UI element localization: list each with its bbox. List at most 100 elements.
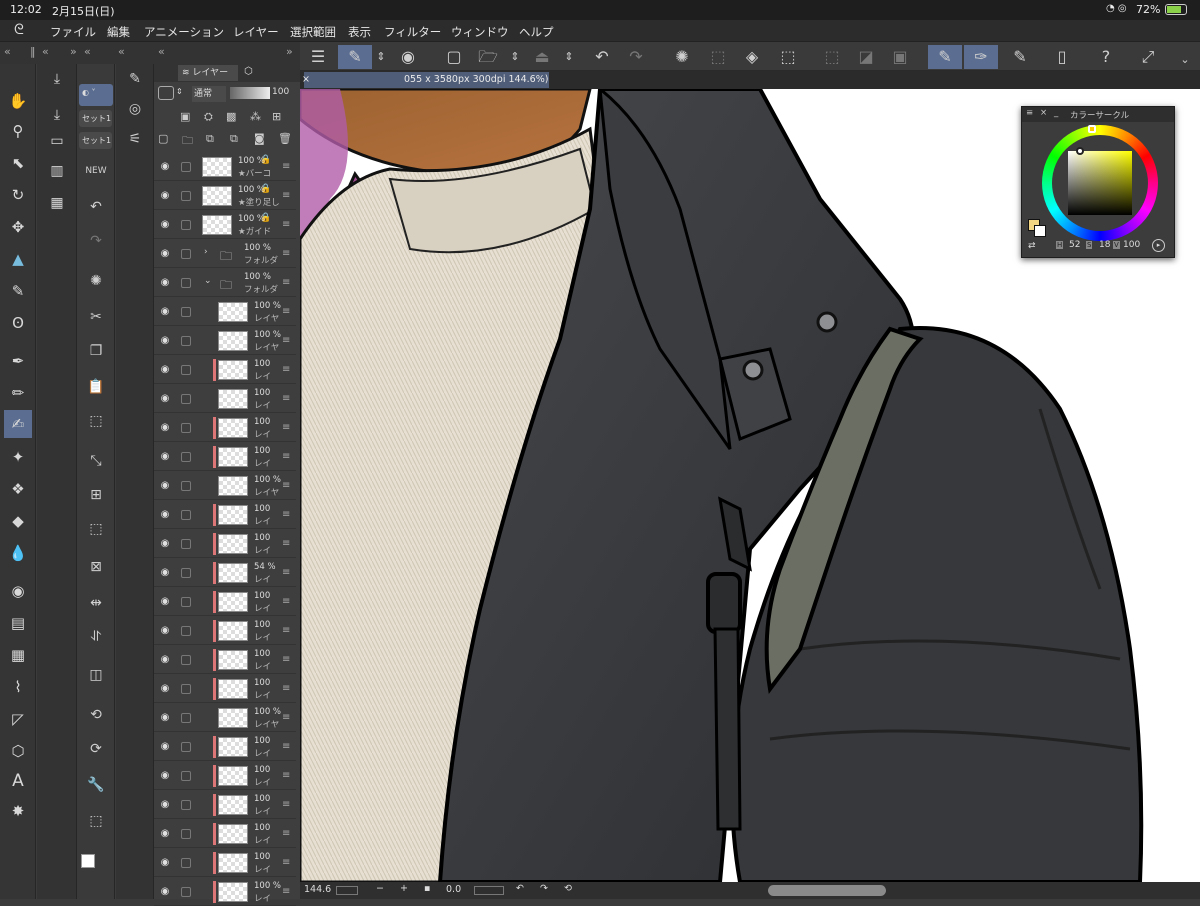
visibility-eye-icon[interactable]: ◉	[158, 334, 172, 348]
visibility-eye-icon[interactable]: ◉	[158, 885, 172, 899]
zoom-in-icon[interactable]: +	[400, 883, 408, 894]
layer-menu-icon[interactable]: ≡	[282, 741, 290, 752]
edit-canvas-icon[interactable]: ✎	[338, 45, 372, 69]
visibility-eye-icon[interactable]: ◉	[158, 479, 172, 493]
canvas-tab[interactable]: × 055 x 3580px 300dpi 144.6%)	[302, 72, 549, 88]
close-tab-icon[interactable]: ×	[302, 72, 310, 88]
collapse-right-icon-2[interactable]: »	[286, 45, 293, 58]
app-logo-icon[interactable]: ᘓ	[14, 22, 24, 38]
redo-icon[interactable]: ↷	[83, 230, 109, 252]
loading-icon[interactable]: ✺	[83, 270, 109, 292]
snap-special-ruler-icon[interactable]: ✑	[964, 45, 998, 69]
fill-tool-icon[interactable]: ◉	[7, 580, 29, 602]
layer-select-checkbox[interactable]	[181, 249, 191, 259]
gradient-fill-tool-icon[interactable]: ▤	[7, 612, 29, 634]
settings-wrench-icon[interactable]: 🔧	[83, 774, 109, 796]
layer-row[interactable]: ◉ 100 レイ ≡	[154, 588, 296, 616]
balloon-tool-icon[interactable]: ✸	[7, 800, 29, 822]
visibility-eye-icon[interactable]: ◉	[158, 624, 172, 638]
layer-row[interactable]: ◉ › 🗀 100 % フォルダ ≡	[154, 240, 296, 268]
layer-menu-icon[interactable]: ≡	[282, 683, 290, 694]
new-badge-icon[interactable]: NEW	[83, 160, 109, 182]
new-file-icon[interactable]: ▢	[442, 45, 466, 69]
menu-help[interactable]: ヘルプ	[519, 24, 554, 40]
rotate-left-icon[interactable]: ⟲	[83, 704, 109, 726]
layer-menu-icon[interactable]: ≡	[282, 219, 290, 230]
blend-mode-select[interactable]: 通常	[192, 86, 226, 102]
visibility-eye-icon[interactable]: ◉	[158, 711, 172, 725]
layer-menu-icon[interactable]: ≡	[282, 828, 290, 839]
layer-row[interactable]: ◉ 🔒 100 % ★ガイド ≡	[154, 211, 296, 239]
decoration-tool-icon[interactable]: ❖	[7, 478, 29, 500]
layer-menu-icon[interactable]: ≡	[282, 567, 290, 578]
layer-row[interactable]: ◉ 100 % レイ ≡	[154, 878, 296, 906]
visibility-eye-icon[interactable]: ◉	[158, 682, 172, 696]
zoom-slider[interactable]	[336, 886, 358, 895]
visibility-eye-icon[interactable]: ◉	[158, 160, 172, 174]
collapse-left-icon-4[interactable]: «	[118, 45, 125, 58]
panel-menu-icon[interactable]: ▸	[1152, 239, 1165, 252]
visibility-eye-icon[interactable]: ◉	[158, 305, 172, 319]
selection-icon[interactable]: ⬚	[83, 810, 109, 832]
layer-select-checkbox[interactable]	[181, 336, 191, 346]
brush-tool-icon[interactable]: ✍	[4, 410, 32, 438]
collapse-left-icon-5[interactable]: «	[158, 45, 165, 58]
select-tool-icon[interactable]: ▲	[7, 248, 29, 270]
text-tool-icon[interactable]: A	[7, 770, 29, 792]
layer-select-checkbox[interactable]	[181, 829, 191, 839]
layer-menu-icon[interactable]: ≡	[282, 480, 290, 491]
visibility-eye-icon[interactable]: ◉	[158, 276, 172, 290]
layer-menu-icon[interactable]: ≡	[282, 712, 290, 723]
gradient-tool-icon[interactable]: ▦	[7, 644, 29, 666]
save-icon[interactable]: ⏏	[530, 45, 554, 69]
visibility-eye-icon[interactable]: ◉	[158, 363, 172, 377]
rotate-tool-icon[interactable]: ↻	[7, 184, 29, 206]
figure-tool-icon[interactable]: ⬡	[7, 740, 29, 762]
layer-select-checkbox[interactable]	[181, 887, 191, 897]
swap-color-icon[interactable]: ⇄	[1028, 241, 1036, 251]
reference-icon[interactable]: ◉	[396, 45, 420, 69]
pen-tool-icon[interactable]: ✒	[7, 350, 29, 372]
s-value[interactable]: 18	[1099, 240, 1110, 250]
visibility-eye-icon[interactable]: ◉	[158, 595, 172, 609]
lasso-tool-icon[interactable]: ʘ	[7, 312, 29, 334]
copy-layer-icon[interactable]: ⧉	[206, 132, 214, 146]
visibility-eye-icon[interactable]: ◉	[158, 740, 172, 754]
transform-icon[interactable]: ⬚	[83, 410, 109, 432]
layer-menu-icon[interactable]: ≡	[282, 306, 290, 317]
layer-property-icon[interactable]: ▭	[45, 130, 69, 152]
layer-select-checkbox[interactable]	[181, 307, 191, 317]
layer-select-checkbox[interactable]	[181, 162, 191, 172]
layer-tab[interactable]: ≋ レイヤー	[178, 65, 238, 81]
layer-mask-icon[interactable]: ◙	[254, 132, 265, 145]
layer-row[interactable]: ◉ 100 % レイヤ ≡	[154, 298, 296, 326]
mesh-icon[interactable]: ⊠	[83, 556, 109, 578]
visibility-eye-icon[interactable]: ◉	[158, 798, 172, 812]
new-raster-layer-icon[interactable]: ▢	[158, 132, 168, 145]
canvas-size-icon[interactable]: ⊞	[83, 484, 109, 506]
eraser-tool-icon[interactable]: ◆	[7, 510, 29, 532]
layer-row[interactable]: ◉ 54 % レイ ≡	[154, 559, 296, 587]
lock-icon[interactable]: ⊞	[272, 110, 281, 123]
layer-select-checkbox[interactable]	[181, 713, 191, 723]
deselect-icon[interactable]: ⬚	[820, 45, 844, 69]
visibility-eye-icon[interactable]: ◉	[158, 508, 172, 522]
spin-arrows-icon[interactable]: ⇕	[374, 45, 388, 69]
sv-square[interactable]	[1068, 151, 1132, 215]
visibility-eye-icon[interactable]: ◉	[158, 856, 172, 870]
layer-row[interactable]: ◉ 100 レイ ≡	[154, 356, 296, 384]
layer-select-checkbox[interactable]	[181, 365, 191, 375]
frame-tool-icon[interactable]: ◸	[7, 708, 29, 730]
paste-icon[interactable]: 📋	[83, 376, 109, 398]
layer-row[interactable]: ◉ 100 レイ ≡	[154, 733, 296, 761]
collapse-left-icon-3[interactable]: «	[84, 45, 91, 58]
visibility-eye-icon[interactable]: ◉	[158, 769, 172, 783]
layer-select-checkbox[interactable]	[181, 220, 191, 230]
layer-select-checkbox[interactable]	[181, 191, 191, 201]
layer-select-checkbox[interactable]	[181, 771, 191, 781]
layer-select-checkbox[interactable]	[181, 597, 191, 607]
expand-selection-icon[interactable]: ▣	[888, 45, 912, 69]
layer-menu-icon[interactable]: ≡	[282, 596, 290, 607]
layer-row[interactable]: ◉ 100 % レイヤ ≡	[154, 704, 296, 732]
import-icon[interactable]: ⤓	[45, 68, 69, 90]
